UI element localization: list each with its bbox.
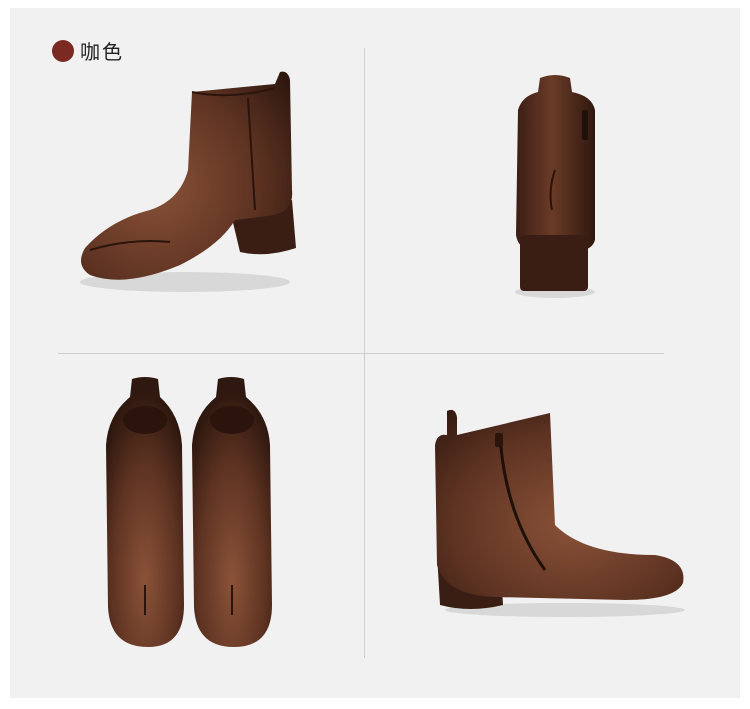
- boot-side-view-photo: [80, 71, 296, 292]
- product-image-canvas: 咖色: [0, 0, 750, 709]
- horizontal-divider: [58, 353, 664, 354]
- color-swatch: [52, 39, 74, 62]
- boot-back-view-photo: [515, 75, 595, 298]
- boot-zipper-side-photo: [435, 409, 685, 617]
- boot-front-pair-photo: [106, 377, 272, 647]
